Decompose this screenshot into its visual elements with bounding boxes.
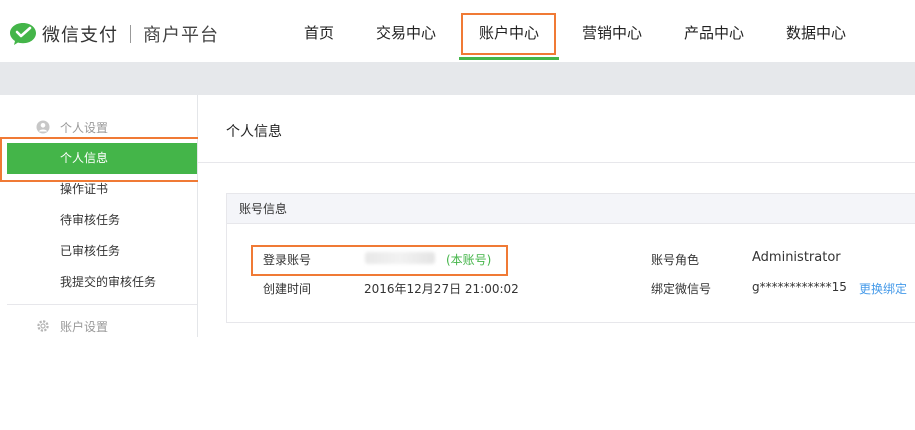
nav-transactions[interactable]: 交易中心 [371, 0, 441, 60]
sidebar-divider [7, 304, 197, 305]
nav-data[interactable]: 数据中心 [780, 0, 852, 60]
sidebar-item-certificate[interactable]: 操作证书 [7, 174, 197, 205]
account-info-card: 账号信息 登录账号 (本账号) 创建时间 2016年12月27日 21:00:0… [226, 193, 915, 323]
user-icon [36, 120, 50, 134]
rebind-wechat-link[interactable]: 更换绑定 [859, 280, 907, 297]
sidebar-item-pending-review[interactable]: 待审核任务 [7, 205, 197, 236]
nav-products[interactable]: 产品中心 [679, 0, 749, 60]
brand-name: 微信支付 [42, 25, 118, 46]
nav-account-center[interactable]: 账户中心 [459, 0, 559, 60]
nav-label: 账户中心 [478, 24, 539, 42]
account-role-value: Administrator [752, 250, 841, 265]
page-title: 个人信息 [226, 124, 282, 140]
top-header: 微信支付 商户平台 首页 交易中心 账户中心 营销中心 产品中心 数据中心 [0, 0, 915, 63]
created-time-value: 2016年12月27日 21:00:02 [364, 282, 519, 296]
created-time-label: 创建时间 [263, 282, 312, 296]
gear-icon [37, 320, 49, 332]
login-account-value-redacted [365, 252, 435, 264]
nav-label: 数据中心 [785, 24, 846, 42]
nav-label: 产品中心 [683, 24, 744, 42]
sidebar-item-label: 个人信息 [60, 151, 109, 165]
sidebar-item-label: 我提交的审核任务 [60, 275, 157, 289]
main-content: 个人信息 账号信息 登录账号 (本账号) 创建时间 2016年12月27日 21… [198, 95, 915, 337]
sidebar-group-personal: 个人设置 [7, 112, 108, 142]
nav-marketing[interactable]: 营销中心 [576, 0, 648, 60]
nav-label: 首页 [303, 24, 334, 42]
title-divider [198, 162, 915, 163]
sidebar-item-my-submitted[interactable]: 我提交的审核任务 [7, 267, 197, 298]
platform-name: 商户平台 [143, 25, 219, 46]
brand-separator [130, 25, 131, 43]
blank-area [0, 337, 915, 430]
bound-wechat-value: g************15 [752, 280, 847, 294]
card-header: 账号信息 [227, 194, 915, 224]
nav-label: 营销中心 [581, 24, 642, 42]
sidebar-group-label: 个人设置 [60, 120, 109, 135]
sidebar-item-reviewed[interactable]: 已审核任务 [7, 236, 197, 267]
header-band [0, 62, 915, 95]
sidebar-item-label: 操作证书 [60, 182, 109, 196]
brand-logo[interactable]: 微信支付 商户平台 [8, 20, 219, 48]
wechat-pay-logo-icon [10, 23, 36, 45]
bound-wechat-label: 绑定微信号 [651, 282, 712, 296]
sidebar-group-label: 账户设置 [60, 319, 109, 334]
sidebar-item-label: 已审核任务 [60, 244, 121, 258]
account-role-label: 账号角色 [651, 253, 700, 267]
current-account-note: (本账号) [446, 253, 492, 267]
nav-home[interactable]: 首页 [296, 0, 342, 60]
sidebar-item-personal-info[interactable]: 个人信息 [7, 143, 197, 174]
sidebar-item-label: 待审核任务 [60, 213, 121, 227]
nav-label: 交易中心 [375, 24, 436, 42]
active-tab-underline [459, 57, 559, 60]
sidebar: 个人设置 个人信息 操作证书 待审核任务 已审核任务 我提交的审核任务 账户设置 [7, 95, 198, 337]
login-account-label: 登录账号 [263, 253, 312, 267]
